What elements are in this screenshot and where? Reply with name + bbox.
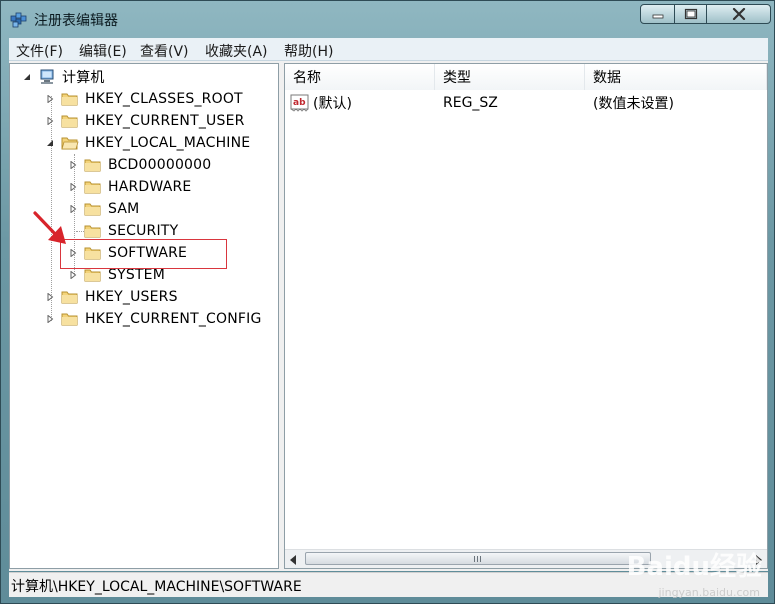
column-header-name[interactable]: 名称 bbox=[285, 64, 435, 90]
folder-icon bbox=[61, 291, 78, 304]
folder-icon bbox=[61, 115, 78, 128]
menu-bar: 文件(F) 编辑(E) 查看(V) 收藏夹(A) 帮助(H) bbox=[9, 38, 768, 61]
svg-text:ab: ab bbox=[293, 98, 306, 108]
column-header-data[interactable]: 数据 bbox=[585, 64, 767, 90]
tree-item-hkcc[interactable]: HKEY_CURRENT_CONFIG bbox=[45, 309, 262, 329]
tree-item-security[interactable]: SECURITY bbox=[68, 221, 178, 241]
tree-item-label: HKEY_CURRENT_USER bbox=[85, 113, 245, 129]
expand-triangle-icon[interactable] bbox=[68, 270, 78, 280]
tree-item-sam[interactable]: SAM bbox=[68, 199, 139, 219]
collapse-triangle-icon[interactable] bbox=[22, 72, 32, 82]
tree-item-label: HKEY_LOCAL_MACHINE bbox=[85, 135, 251, 151]
expand-triangle-icon[interactable] bbox=[68, 182, 78, 192]
tree-item-hardware[interactable]: HARDWARE bbox=[68, 177, 191, 197]
title-bar[interactable]: 注册表编辑器 bbox=[1, 1, 774, 35]
tree-item-label: BCD00000000 bbox=[108, 157, 212, 173]
tree-item-label: 计算机 bbox=[62, 70, 105, 86]
scrollbar-thumb[interactable] bbox=[305, 552, 651, 565]
maximize-icon bbox=[684, 8, 697, 20]
tree-item-label: SYSTEM bbox=[108, 267, 166, 283]
minimize-icon bbox=[652, 14, 663, 19]
close-button[interactable] bbox=[706, 4, 771, 24]
tree-item-label: SAM bbox=[108, 201, 140, 217]
menu-file[interactable]: 文件(F) bbox=[16, 41, 63, 61]
tree-item-hkcu[interactable]: HKEY_CURRENT_USER bbox=[45, 111, 245, 131]
scroll-left-icon[interactable] bbox=[289, 553, 297, 568]
key-tree-pane[interactable]: 计算机 HKEY_CLASSES_ROOT HKEY_CURRENT_USER … bbox=[9, 63, 279, 569]
scrollbar-grip-icon bbox=[474, 556, 482, 562]
expand-triangle-icon[interactable] bbox=[45, 292, 55, 302]
values-list-pane[interactable]: 名称 类型 数据 ab (默认) REG_SZ (数值未设置) bbox=[284, 63, 768, 569]
client-area: 计算机 HKEY_CLASSES_ROOT HKEY_CURRENT_USER … bbox=[9, 61, 768, 571]
watermark-url: jingyan.baidu.com bbox=[658, 586, 760, 599]
folder-icon bbox=[84, 181, 101, 194]
registry-app-icon bbox=[10, 12, 27, 28]
tree-item-label: SECURITY bbox=[108, 223, 179, 239]
column-header-type[interactable]: 类型 bbox=[435, 64, 585, 90]
baidu-watermark: Baidu经验 bbox=[626, 552, 762, 582]
folder-icon bbox=[84, 159, 101, 172]
value-name: (默认) bbox=[313, 96, 352, 112]
value-data: (数值未设置) bbox=[593, 96, 674, 112]
tree-item-label: HARDWARE bbox=[108, 179, 192, 195]
menu-favorites[interactable]: 收藏夹(A) bbox=[205, 41, 268, 61]
folder-open-icon bbox=[61, 137, 79, 150]
expand-triangle-icon[interactable] bbox=[45, 94, 55, 104]
tree-item-computer[interactable]: 计算机 bbox=[22, 67, 105, 87]
annotation-arrow-icon bbox=[33, 211, 66, 244]
menu-help[interactable]: 帮助(H) bbox=[284, 41, 333, 61]
minimize-button[interactable] bbox=[640, 4, 675, 24]
maximize-button[interactable] bbox=[674, 4, 707, 24]
status-path: 计算机\HKEY_LOCAL_MACHINE\SOFTWARE bbox=[11, 579, 302, 595]
computer-icon bbox=[40, 69, 54, 84]
folder-icon bbox=[84, 203, 101, 216]
folder-icon bbox=[84, 269, 101, 282]
expand-triangle-icon[interactable] bbox=[45, 314, 55, 324]
value-row[interactable]: ab (默认) bbox=[290, 92, 440, 114]
tree-item-label: HKEY_CURRENT_CONFIG bbox=[85, 311, 262, 327]
window-title: 注册表编辑器 bbox=[34, 13, 118, 29]
expand-triangle-icon[interactable] bbox=[68, 160, 78, 170]
collapse-triangle-icon[interactable] bbox=[45, 138, 55, 148]
close-icon bbox=[732, 8, 745, 20]
value-type: REG_SZ bbox=[443, 95, 498, 111]
annotation-highlight-box bbox=[60, 239, 227, 269]
folder-icon bbox=[61, 93, 78, 106]
string-value-icon: ab bbox=[290, 94, 309, 112]
tree-item-hkcr[interactable]: HKEY_CLASSES_ROOT bbox=[45, 89, 243, 109]
expand-triangle-icon[interactable] bbox=[45, 116, 55, 126]
menu-edit[interactable]: 编辑(E) bbox=[79, 41, 127, 61]
folder-icon bbox=[84, 225, 101, 238]
registry-editor-window: 注册表编辑器 文件(F) 编辑(E) 查看(V) 收藏夹(A) 帮助(H) 计算… bbox=[0, 0, 775, 604]
tree-item-bcd[interactable]: BCD00000000 bbox=[68, 155, 211, 175]
tree-item-label: HKEY_CLASSES_ROOT bbox=[85, 91, 243, 107]
tree-item-label: HKEY_USERS bbox=[85, 289, 178, 305]
folder-icon bbox=[61, 313, 78, 326]
tree-item-hklm[interactable]: HKEY_LOCAL_MACHINE bbox=[45, 133, 250, 153]
menu-view[interactable]: 查看(V) bbox=[140, 41, 189, 61]
tree-item-hku[interactable]: HKEY_USERS bbox=[45, 287, 178, 307]
